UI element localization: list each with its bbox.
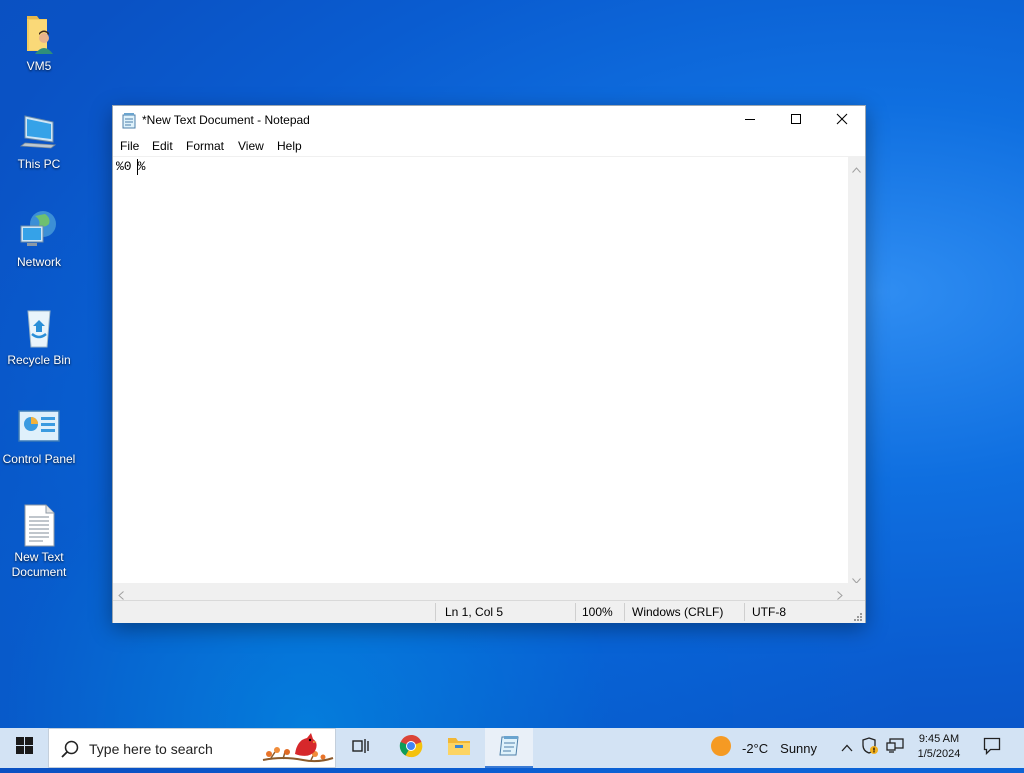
taskbar-file-explorer[interactable] [437,728,481,768]
chrome-icon [399,734,423,763]
close-icon [836,112,848,130]
control-panel-icon [17,405,61,449]
desktop-icon-this-pc[interactable]: This PC [0,110,78,172]
menu-bar: File Edit Format View Help [113,136,865,156]
status-cursor-position: Ln 1, Col 5 [445,605,504,619]
taskbar-clock[interactable]: 9:45 AM 1/5/2024 [912,732,966,762]
menu-edit[interactable]: Edit [152,139,173,153]
notepad-taskbar-icon [497,734,521,761]
desktop-icon-label: VM5 [26,59,52,73]
task-view-icon [350,737,370,760]
clock-time: 9:45 AM [918,733,960,745]
text-caret [137,159,138,175]
sun-icon [710,735,732,762]
menu-format[interactable]: Format [186,139,224,153]
search-highlight-bird-icon [261,730,335,773]
task-view-button[interactable] [339,728,381,768]
status-encoding: UTF-8 [752,605,786,619]
search-placeholder: Type here to search [89,741,213,757]
close-button[interactable] [819,106,865,136]
status-line-ending: Windows (CRLF) [632,605,724,619]
weather-temperature: -2°C [742,740,769,756]
notepad-window: *New Text Document - Notepad File Edit F… [112,105,866,623]
taskbar-search-box[interactable]: Type here to search [48,728,336,768]
desktop-icon-recycle-bin[interactable]: Recycle Bin [0,306,78,368]
notepad-icon [122,113,136,129]
maximize-button[interactable] [773,106,819,136]
horizontal-scrollbar[interactable] [113,583,848,600]
chevron-up-icon [841,739,853,757]
desktop-icon-new-text-document[interactable]: New Text Document [0,503,78,580]
desktop-icon-label: New Text Document [11,550,67,579]
menu-view[interactable]: View [238,139,264,153]
clock-date: 1/5/2024 [917,748,961,760]
notification-icon [983,737,1001,760]
desktop-icon-network[interactable]: Network [0,208,78,270]
resize-grip-icon[interactable] [853,611,863,621]
text-document-icon [17,503,61,547]
shield-warning-icon [861,736,879,760]
maximize-icon [790,112,802,130]
vertical-scrollbar[interactable] [848,156,865,584]
this-pc-icon [17,110,61,154]
weather-description: Sunny [780,740,818,756]
search-icon [61,740,79,763]
minimize-icon [744,112,756,130]
notification-center-button[interactable] [972,728,1012,768]
text-editor[interactable]: %0% [113,156,848,584]
taskbar-notepad[interactable] [485,728,533,768]
editor-text: %0% [116,159,146,174]
network-tray-icon [886,737,904,759]
status-divider [575,603,576,621]
security-tray-button[interactable] [859,728,881,768]
minimize-button[interactable] [727,106,773,136]
desktop-icon-vm5[interactable]: VM5 [0,12,78,74]
network-tray-button[interactable] [883,728,907,768]
scrollbar-corner [848,583,865,600]
desktop-icon-label: Network [16,255,61,269]
desktop-icon-label: Control Panel [2,452,76,466]
desktop-icon-control-panel[interactable]: Control Panel [0,405,78,467]
weather-widget[interactable]: -2°C Sunny [706,728,832,768]
status-bar: Ln 1, Col 5 100% Windows (CRLF) UTF-8 [113,600,865,623]
status-divider [744,603,745,621]
network-icon [17,208,61,252]
desktop-icon-label: Recycle Bin [7,353,71,367]
status-divider [435,603,436,621]
title-bar[interactable]: *New Text Document - Notepad [113,106,865,136]
menu-help[interactable]: Help [277,139,302,153]
window-title: *New Text Document - Notepad [142,113,310,127]
desktop-icon-label: This PC [17,157,61,171]
user-folder-icon [17,12,61,56]
show-hidden-icons-button[interactable] [836,728,858,768]
file-explorer-icon [447,736,471,761]
menu-file[interactable]: File [120,139,139,153]
recycle-bin-icon [17,306,61,350]
status-divider [624,603,625,621]
windows-logo-icon [15,737,33,759]
start-button[interactable] [0,728,48,768]
taskbar-chrome[interactable] [389,728,433,768]
taskbar: Type here to search -2°C Sunny 9:45 AM 1… [0,728,1024,768]
scroll-up-icon[interactable] [852,160,861,178]
status-zoom: 100% [582,605,613,619]
